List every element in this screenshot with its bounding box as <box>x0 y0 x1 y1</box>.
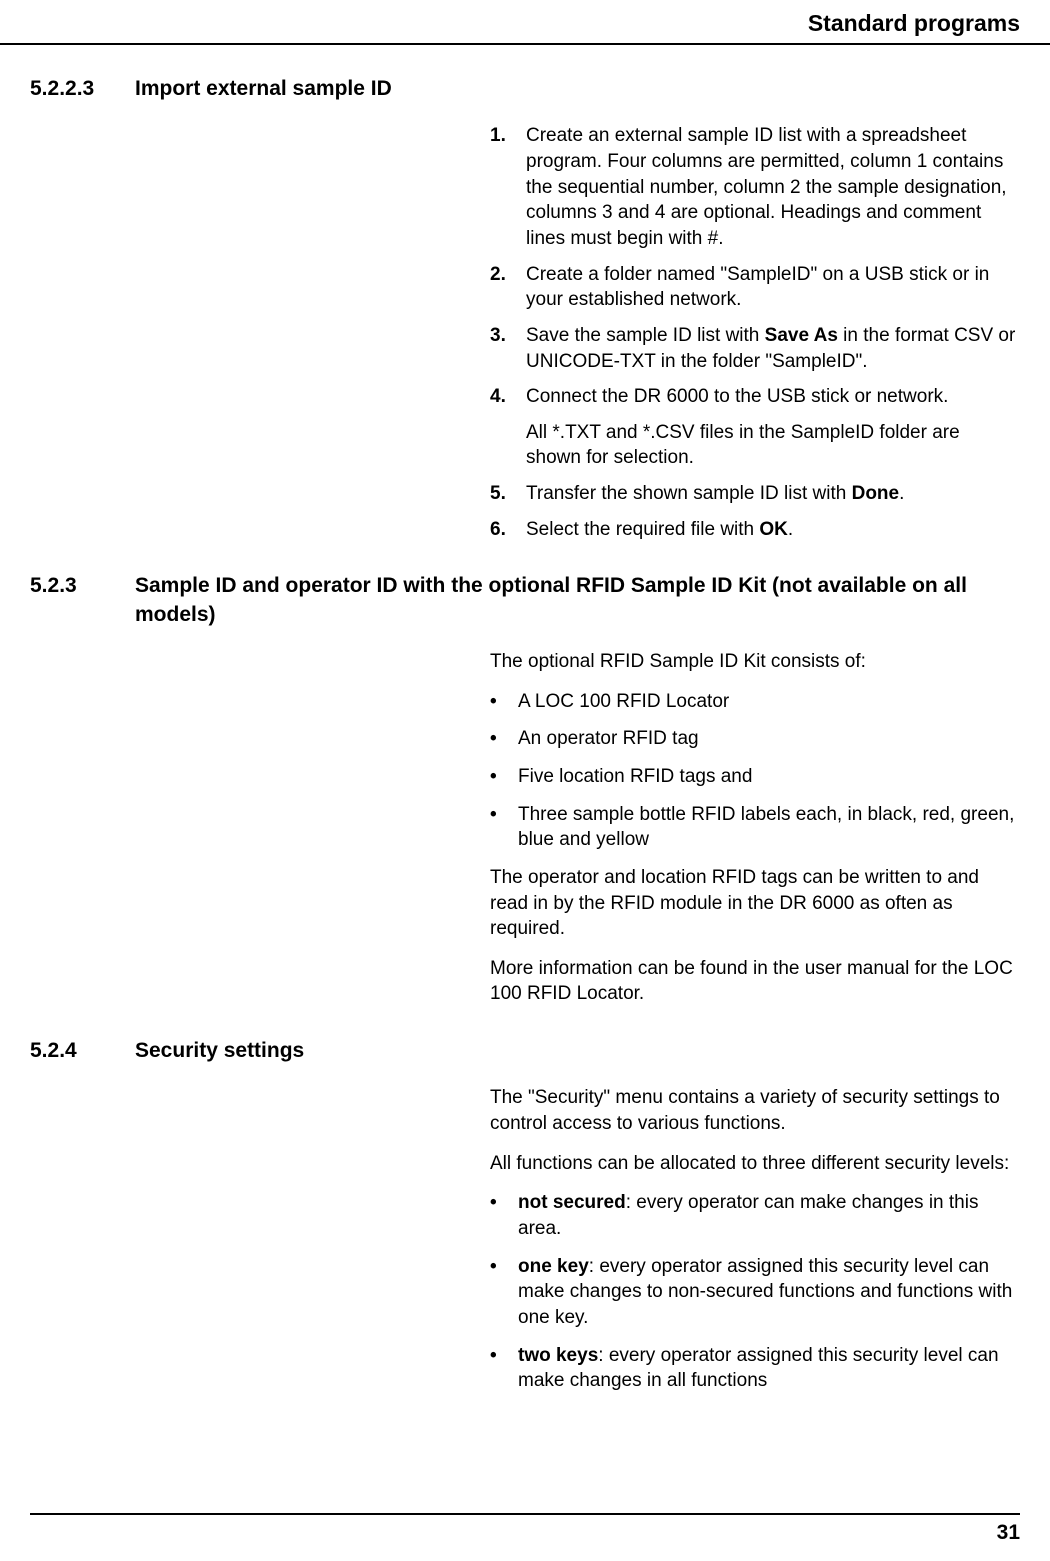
heading-number: 5.2.4 <box>30 1037 135 1065</box>
heading-number: 5.2.3 <box>30 572 135 629</box>
heading-5-2-3: 5.2.3 Sample ID and operator ID with the… <box>30 572 1020 629</box>
section-body: The "Security" menu contains a variety o… <box>490 1085 1016 1393</box>
paragraph: All functions can be allocated to three … <box>490 1151 1016 1177</box>
bullet-list: •A LOC 100 RFID Locator •An operator RFI… <box>490 689 1016 853</box>
paragraph: More information can be found in the use… <box>490 956 1016 1007</box>
step-4: 4. Connect the DR 6000 to the USB stick … <box>490 384 1016 471</box>
step-number: 2. <box>490 262 526 313</box>
page-number: 31 <box>997 1521 1020 1544</box>
list-text: An operator RFID tag <box>518 726 699 752</box>
list-item: •not secured: every operator can make ch… <box>490 1190 1016 1241</box>
step-number: 1. <box>490 123 526 251</box>
step-subtext: All *.TXT and *.CSV files in the SampleI… <box>526 420 1016 471</box>
step-number: 6. <box>490 517 526 543</box>
step-text: Save the sample ID list with Save As in … <box>526 323 1016 374</box>
heading-number: 5.2.2.3 <box>30 75 135 103</box>
list-item: •one key: every operator assigned this s… <box>490 1254 1016 1331</box>
step-text: Connect the DR 6000 to the USB stick or … <box>526 384 1016 471</box>
step-number: 5. <box>490 481 526 507</box>
step-number: 4. <box>490 384 526 471</box>
list-item: •An operator RFID tag <box>490 726 1016 752</box>
running-header: Standard programs <box>0 0 1050 45</box>
list-text: Three sample bottle RFID labels each, in… <box>518 802 1016 853</box>
bullet-icon: • <box>490 802 518 853</box>
heading-5-2-2-3: 5.2.2.3 Import external sample ID <box>30 75 1020 103</box>
bullet-icon: • <box>490 689 518 715</box>
section-body: The optional RFID Sample ID Kit consists… <box>490 649 1016 1007</box>
page-footer: 31 <box>30 1513 1020 1547</box>
heading-text: Sample ID and operator ID with the optio… <box>135 572 1020 629</box>
bullet-icon: • <box>490 1254 518 1331</box>
list-item: •two keys: every operator assigned this … <box>490 1343 1016 1394</box>
step-5: 5. Transfer the shown sample ID list wit… <box>490 481 1016 507</box>
list-text: Five location RFID tags and <box>518 764 752 790</box>
list-text: one key: every operator assigned this se… <box>518 1254 1016 1331</box>
step-3: 3. Save the sample ID list with Save As … <box>490 323 1016 374</box>
step-text: Select the required file with OK. <box>526 517 1016 543</box>
bullet-list: •not secured: every operator can make ch… <box>490 1190 1016 1393</box>
page-content: 5.2.2.3 Import external sample ID 1. Cre… <box>0 45 1050 1394</box>
step-2: 2. Create a folder named "SampleID" on a… <box>490 262 1016 313</box>
intro-text: The optional RFID Sample ID Kit consists… <box>490 649 1016 675</box>
step-6: 6. Select the required file with OK. <box>490 517 1016 543</box>
bullet-icon: • <box>490 764 518 790</box>
list-item: •A LOC 100 RFID Locator <box>490 689 1016 715</box>
paragraph: The "Security" menu contains a variety o… <box>490 1085 1016 1136</box>
bullet-icon: • <box>490 726 518 752</box>
ordered-steps: 1. Create an external sample ID list wit… <box>490 123 1016 542</box>
bullet-icon: • <box>490 1343 518 1394</box>
step-text: Create an external sample ID list with a… <box>526 123 1016 251</box>
bullet-icon: • <box>490 1190 518 1241</box>
section-body: 1. Create an external sample ID list wit… <box>490 123 1016 542</box>
step-number: 3. <box>490 323 526 374</box>
heading-5-2-4: 5.2.4 Security settings <box>30 1037 1020 1065</box>
heading-text: Security settings <box>135 1037 1020 1065</box>
paragraph: The operator and location RFID tags can … <box>490 865 1016 942</box>
header-title: Standard programs <box>808 10 1020 36</box>
list-text: two keys: every operator assigned this s… <box>518 1343 1016 1394</box>
step-1: 1. Create an external sample ID list wit… <box>490 123 1016 251</box>
step-text: Create a folder named "SampleID" on a US… <box>526 262 1016 313</box>
step-text: Transfer the shown sample ID list with D… <box>526 481 1016 507</box>
list-item: •Five location RFID tags and <box>490 764 1016 790</box>
list-item: •Three sample bottle RFID labels each, i… <box>490 802 1016 853</box>
list-text: not secured: every operator can make cha… <box>518 1190 1016 1241</box>
heading-text: Import external sample ID <box>135 75 1020 103</box>
list-text: A LOC 100 RFID Locator <box>518 689 729 715</box>
